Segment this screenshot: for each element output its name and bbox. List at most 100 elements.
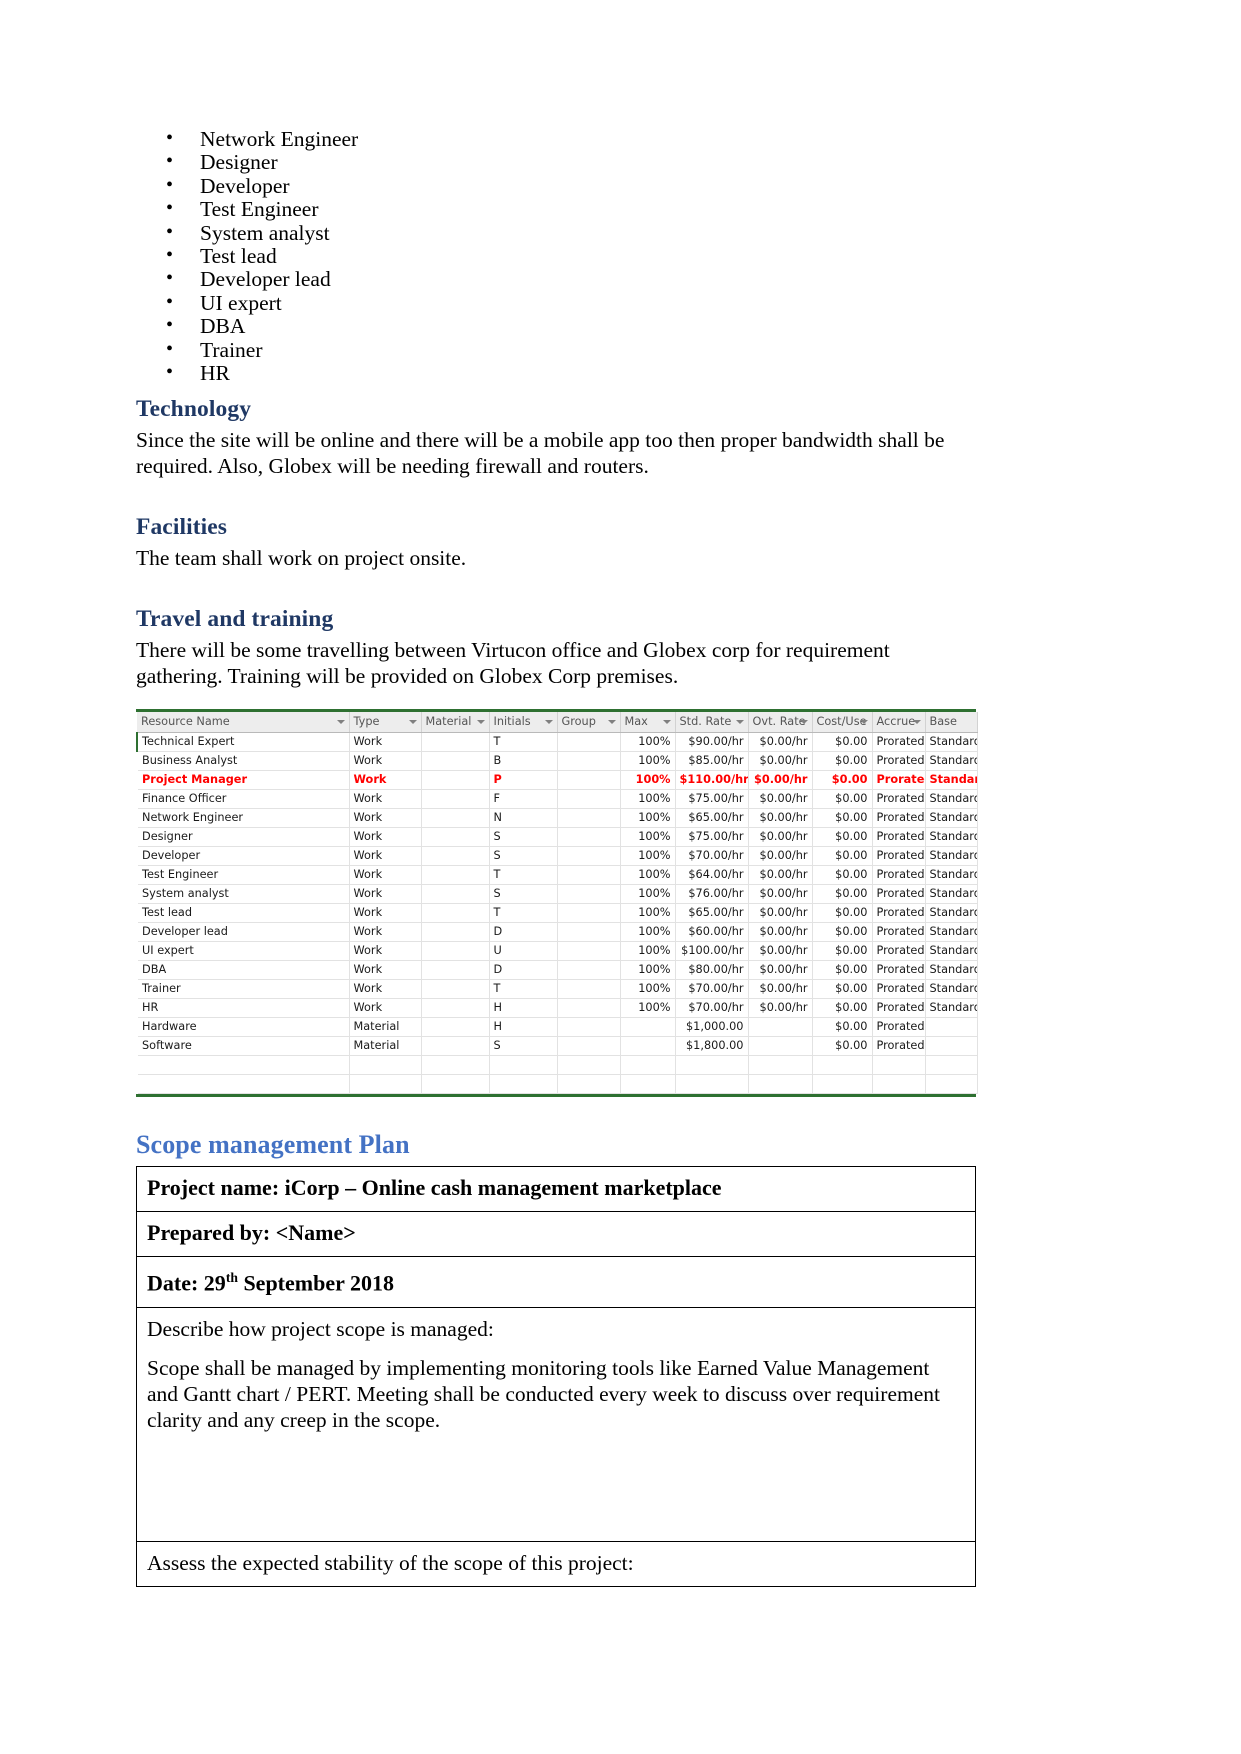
column-header-base[interactable]: Base: [925, 712, 978, 734]
chevron-down-icon[interactable]: [799, 720, 808, 725]
table-cell-std-rate: $65.00/hr: [675, 808, 749, 829]
table-cell-empty: [925, 1055, 978, 1076]
table-cell-group: [557, 732, 621, 753]
table-row[interactable]: Project Manager Work P 100% $110.00/hr $0.00/…: [137, 770, 978, 791]
table-cell-initials: S: [489, 1036, 558, 1057]
column-header-type[interactable]: Type: [349, 712, 422, 734]
table-cell-max: [620, 1017, 676, 1038]
chevron-down-icon[interactable]: [607, 720, 616, 725]
table-row[interactable]: Finance Officer Work F 100% $75.00/hr $0.00/h…: [137, 789, 978, 810]
table-cell-material: [421, 770, 490, 791]
list-item: Test lead: [136, 244, 976, 268]
column-header-initials[interactable]: Initials: [489, 712, 558, 734]
table-cell-initials: S: [489, 827, 558, 848]
column-header-cost-use[interactable]: Cost/Use: [812, 712, 873, 734]
table-cell-initials: F: [489, 789, 558, 810]
table-cell-std-rate: $75.00/hr: [675, 789, 749, 810]
table-cell-ovt-rate: $0.00/hr: [748, 751, 813, 772]
table-row[interactable]: UI expert Work U 100% $100.00/hr $0.00/hr $0.0…: [137, 941, 978, 962]
table-cell-max: [620, 1036, 676, 1057]
table-cell-material: [421, 865, 490, 886]
scope-describe-cell: Describe how project scope is managed: S…: [136, 1306, 976, 1542]
table-cell-group: [557, 884, 621, 905]
table-row[interactable]: Test Engineer Work T 100% $64.00/hr $0.00/hr $…: [137, 865, 978, 886]
list-item: Trainer: [136, 338, 976, 362]
table-cell-name: HR: [137, 998, 350, 1019]
table-cell-base: Standard: [925, 732, 978, 753]
table-row-empty[interactable]: [137, 1074, 978, 1095]
table-row[interactable]: DBA Work D 100% $80.00/hr $0.00/hr $0.00 Prorat…: [137, 960, 978, 981]
column-header-accrue[interactable]: Accrue: [872, 712, 926, 734]
table-cell-initials: U: [489, 941, 558, 962]
table-cell-type: Work: [349, 903, 422, 924]
chevron-down-icon[interactable]: [544, 720, 553, 725]
table-cell-ovt-rate: $0.00/hr: [748, 846, 813, 867]
scope-describe-body: Scope shall be managed by implementing m…: [147, 1355, 940, 1432]
column-header-ovt-rate[interactable]: Ovt. Rate: [748, 712, 813, 734]
chevron-down-icon[interactable]: [336, 720, 345, 725]
column-header-material[interactable]: Material: [421, 712, 490, 734]
table-cell-type: Work: [349, 865, 422, 886]
chevron-down-icon[interactable]: [735, 720, 744, 725]
table-cell-base: Standard: [925, 827, 978, 848]
table-cell-group: [557, 770, 621, 791]
table-row-project-name: Project name: iCorp – Online cash manage…: [136, 1166, 976, 1213]
chevron-down-icon[interactable]: [476, 720, 485, 725]
table-row[interactable]: Software Material S $1,800.00 $0.00 Prorated: [137, 1036, 978, 1057]
table-cell-empty: [489, 1074, 558, 1095]
table-cell-cost-use: $0.00: [812, 941, 873, 962]
table-row[interactable]: Developer Work S 100% $70.00/hr $0.00/hr $0.00…: [137, 846, 978, 867]
table-cell-initials: S: [489, 846, 558, 867]
table-cell-ovt-rate: $0.00/hr: [748, 998, 813, 1019]
table-row[interactable]: System analyst Work S 100% $76.00/hr $0.00/hr…: [137, 884, 978, 905]
table-cell-empty: [675, 1074, 749, 1095]
table-cell-max: 100%: [620, 979, 676, 1000]
chevron-down-icon[interactable]: [408, 720, 417, 725]
table-cell-empty: [349, 1055, 422, 1076]
document-page: Network Engineer Designer Developer Test…: [0, 0, 1241, 1754]
chevron-down-icon[interactable]: [859, 720, 868, 725]
table-cell-base: Standard: [925, 770, 978, 791]
table-row[interactable]: Network Engineer Work N 100% $65.00/hr $0.00/…: [137, 808, 978, 829]
chevron-down-icon[interactable]: [912, 720, 921, 725]
table-row[interactable]: Trainer Work T 100% $70.00/hr $0.00/hr $0.00 Pr…: [137, 979, 978, 1000]
table-cell-name: Test lead: [137, 903, 350, 924]
table-cell-group: [557, 941, 621, 962]
table-cell-type: Work: [349, 941, 422, 962]
table-cell-cost-use: $0.00: [812, 922, 873, 943]
table-cell-cost-use: $0.00: [812, 827, 873, 848]
table-cell-max: 100%: [620, 922, 676, 943]
table-row[interactable]: Business Analyst Work B 100% $85.00/hr $0.00/…: [137, 751, 978, 772]
page-content: Network Engineer Designer Developer Test…: [136, 127, 978, 1587]
table-row[interactable]: Developer lead Work D 100% $60.00/hr $0.00/hr…: [137, 922, 978, 943]
table-row[interactable]: Test lead Work T 100% $65.00/hr $0.00/hr $0.00…: [137, 903, 978, 924]
table-cell-cost-use: $0.00: [812, 1036, 873, 1057]
table-row[interactable]: Technical Expert Work T 100% $90.00/hr $0.00/…: [136, 732, 978, 753]
table-cell-std-rate: $70.00/hr: [675, 998, 749, 1019]
table-row[interactable]: HR Work H 100% $70.00/hr $0.00/hr $0.00 Prorate…: [137, 998, 978, 1019]
resource-sheet-image: Resource Name Type Material Initials Gro…: [136, 709, 978, 1098]
table-cell-name: Finance Officer: [137, 789, 350, 810]
table-cell-cost-use: $0.00: [812, 1017, 873, 1038]
table-cell-empty: [872, 1055, 926, 1076]
column-header-max[interactable]: Max: [620, 712, 676, 734]
column-header-std-rate[interactable]: Std. Rate: [675, 712, 749, 734]
table-row[interactable]: Hardware Material H $1,000.00 $0.00 Prorated: [137, 1017, 978, 1038]
table-cell-cost-use: $0.00: [812, 960, 873, 981]
chevron-down-icon[interactable]: [662, 720, 671, 725]
column-header-resource-name[interactable]: Resource Name: [137, 712, 350, 734]
table-cell-type: Work: [349, 789, 422, 810]
table-cell-group: [557, 1017, 621, 1038]
table-cell-name: Hardware: [137, 1017, 350, 1038]
table-cell-initials: H: [489, 998, 558, 1019]
column-header-group[interactable]: Group: [557, 712, 621, 734]
table-cell-cost-use: $0.00: [812, 979, 873, 1000]
table-cell-ovt-rate: $0.00/hr: [748, 808, 813, 829]
table-row[interactable]: Designer Work S 100% $75.00/hr $0.00/hr $0.00 P…: [137, 827, 978, 848]
table-row-empty[interactable]: [137, 1055, 978, 1076]
table-cell-accrue: Prorated: [872, 865, 926, 886]
table-cell-ovt-rate: $0.00/hr: [748, 884, 813, 905]
table-cell-material: [421, 979, 490, 1000]
list-item: UI expert: [136, 291, 976, 315]
table-cell-type: Work: [349, 732, 422, 753]
